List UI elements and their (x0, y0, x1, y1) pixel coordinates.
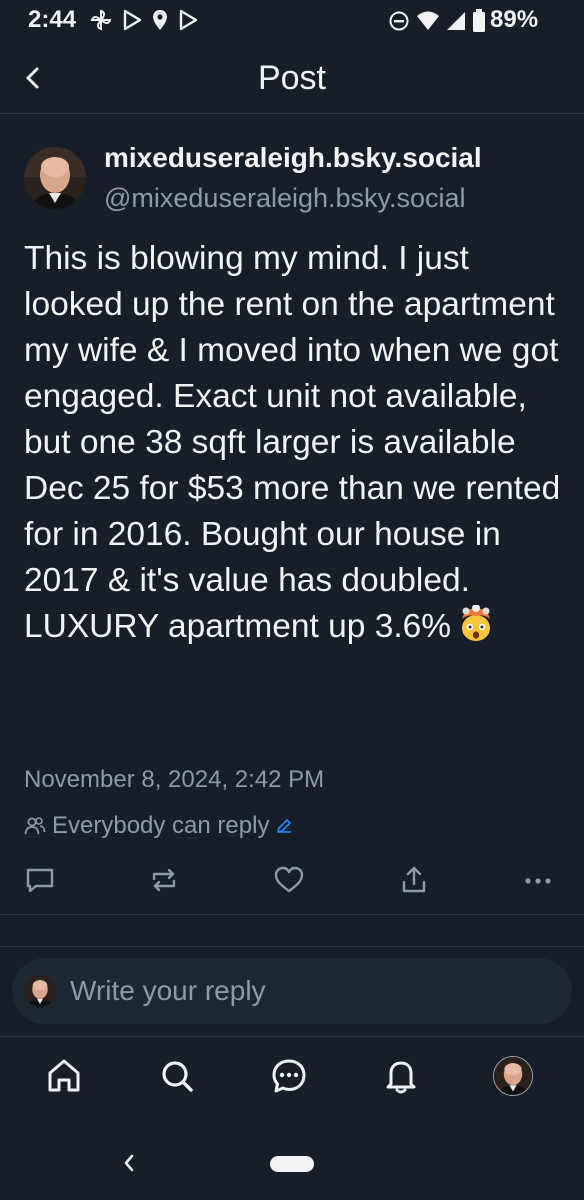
more-options-button[interactable] (520, 862, 556, 898)
people-icon (24, 816, 46, 836)
bottom-navigation (0, 1038, 584, 1118)
system-back-button[interactable] (120, 1152, 138, 1174)
reply-icon (26, 868, 54, 893)
wifi-icon (416, 10, 440, 32)
notifications-icon (386, 1061, 416, 1094)
nav-home-button[interactable] (44, 1056, 84, 1096)
post-actions (0, 858, 584, 902)
location-icon (152, 9, 168, 31)
pinwheel-icon (90, 9, 112, 31)
repost-icon (152, 868, 176, 892)
post-timestamp: November 8, 2024, 2:42 PM (24, 766, 325, 793)
system-navigation-bar (0, 1120, 584, 1200)
like-icon (274, 866, 304, 893)
author-avatar[interactable] (24, 147, 86, 209)
author-display-name[interactable]: mixeduseraleigh.bsky.social (104, 142, 482, 174)
thread-divider (0, 946, 584, 947)
like-button[interactable] (271, 862, 307, 898)
nav-chat-button[interactable] (269, 1056, 309, 1096)
do-not-disturb-icon (388, 10, 410, 32)
battery-percentage: 89% (490, 6, 539, 33)
profile-avatar-icon (494, 1057, 532, 1095)
chat-icon (272, 1059, 306, 1093)
status-system-icons (388, 9, 486, 33)
composer-divider (0, 1036, 584, 1037)
reply-button[interactable] (22, 862, 58, 898)
share-icon (402, 866, 426, 893)
reply-composer[interactable]: Write your reply (12, 958, 572, 1024)
home-icon (48, 1059, 80, 1092)
user-avatar (24, 975, 56, 1007)
search-icon (162, 1061, 193, 1092)
reply-setting[interactable]: Everybody can reply (24, 812, 293, 840)
play-icon (122, 9, 142, 31)
system-home-pill[interactable] (270, 1156, 314, 1172)
reply-placeholder: Write your reply (70, 975, 266, 1006)
nav-notifications-button[interactable] (381, 1056, 421, 1096)
play-outline-icon (178, 9, 198, 31)
system-back-icon (124, 1154, 134, 1172)
post-header: Post (0, 48, 584, 110)
exploding-head-emoji-icon (457, 605, 495, 643)
repost-button[interactable] (146, 862, 182, 898)
post-divider (0, 914, 584, 915)
page-title: Post (257, 59, 327, 97)
battery-icon (472, 9, 486, 33)
status-bar: 2:44 89% (0, 0, 584, 40)
pencil-icon (275, 817, 293, 835)
more-icon (525, 878, 551, 884)
reply-setting-label: Everybody can reply (52, 812, 270, 839)
nav-profile-button[interactable] (493, 1056, 533, 1096)
nav-search-button[interactable] (157, 1056, 197, 1096)
status-notification-icons (90, 9, 198, 31)
header-divider (0, 113, 584, 114)
status-time: 2:44 (28, 6, 77, 33)
post-body: This is blowing my mind. I just looked u… (24, 236, 564, 650)
cell-signal-icon (446, 10, 466, 32)
share-button[interactable] (396, 862, 432, 898)
post-text: This is blowing my mind. I just looked u… (24, 240, 570, 645)
author-handle[interactable]: @mixeduseraleigh.bsky.social (104, 183, 466, 214)
